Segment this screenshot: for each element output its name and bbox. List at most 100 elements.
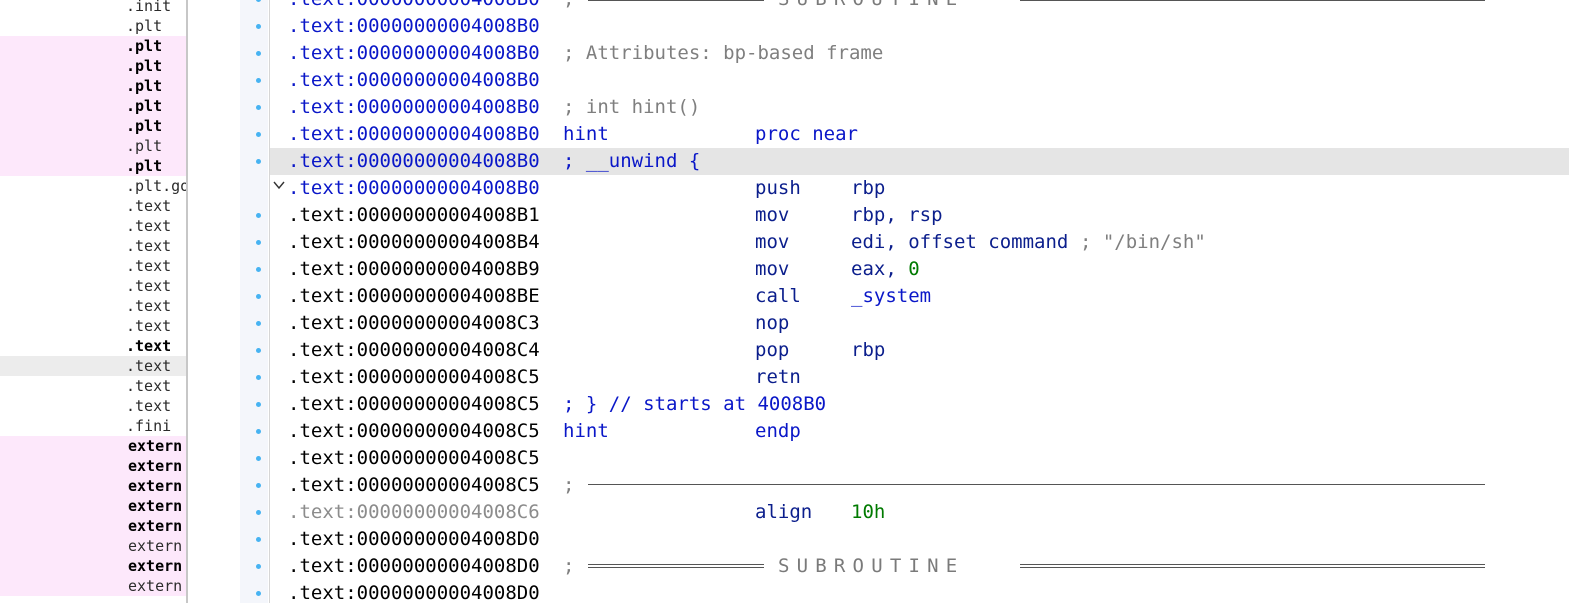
separator-line <box>588 0 764 1</box>
listing-line[interactable]: .text:00000000004008B0 push rbp <box>270 175 1569 202</box>
segment-row[interactable]: .text <box>0 236 186 256</box>
listing-line[interactable]: .text:00000000004008B4 mov edi, offset com… <box>270 229 1569 256</box>
segment-name: .plt <box>126 137 163 155</box>
dot-icon <box>256 483 261 488</box>
segment-row[interactable]: .plt <box>0 56 186 76</box>
segment-name: .text <box>126 197 172 215</box>
instruction-operand: rbp, rsp <box>851 204 943 226</box>
segment-name: extern <box>128 457 183 475</box>
segment-name: .text <box>126 257 172 275</box>
line-address: .text:00000000004008C6 <box>288 501 540 523</box>
subroutine-banner: SUBROUTINE <box>778 555 965 577</box>
listing-line[interactable]: .text:00000000004008BE call _system <box>270 283 1569 310</box>
segment-row[interactable]: .text <box>0 296 186 316</box>
segment-row[interactable]: .fini <box>0 416 186 436</box>
segment-row[interactable]: .plt <box>0 16 186 36</box>
listing-line[interactable]: .text:00000000004008B0 <box>270 67 1569 94</box>
segment-name: .text <box>126 297 172 315</box>
dot-icon <box>256 78 261 83</box>
line-address: .text:00000000004008B0 <box>288 69 540 91</box>
segment-name: .plt.go <box>126 177 186 195</box>
line-address: .text:00000000004008C5 <box>288 474 540 496</box>
listing-line[interactable]: .text:00000000004008B0 <box>270 13 1569 40</box>
segment-row[interactable]: .plt <box>0 156 186 176</box>
dot-icon <box>256 267 261 272</box>
segment-row[interactable]: .text <box>0 336 186 356</box>
line-comment: ; int hint() <box>563 96 701 118</box>
instruction-operand: 10h <box>851 501 886 523</box>
listing-line[interactable]: .text:00000000004008C5 hint endp <box>270 418 1569 445</box>
segment-row[interactable]: .text <box>0 396 186 416</box>
segment-row[interactable]: .plt <box>0 116 186 136</box>
listing-line[interactable]: .text:00000000004008C5 <box>270 445 1569 472</box>
line-comment: ; __unwind { <box>563 150 701 172</box>
segment-row[interactable]: extern <box>0 576 186 596</box>
segment-row[interactable]: extern <box>0 536 186 556</box>
segment-row[interactable]: extern <box>0 476 186 496</box>
dot-icon <box>256 159 261 164</box>
segment-row[interactable]: extern <box>0 436 186 456</box>
segment-row[interactable]: .init <box>0 0 186 16</box>
listing-line[interactable]: .text:00000000004008C3 nop <box>270 310 1569 337</box>
segment-row[interactable]: .plt <box>0 96 186 116</box>
listing-line[interactable]: .text:00000000004008B0 ; __unwind { <box>270 148 1569 175</box>
line-address: .text:00000000004008B0 <box>288 96 540 118</box>
listing-line[interactable]: .text:00000000004008D0; SUBROUTINE <box>270 553 1569 580</box>
segment-row[interactable]: .plt.go <box>0 176 186 196</box>
segment-row[interactable]: extern <box>0 556 186 576</box>
listing-line[interactable]: .text:00000000004008C5 retn <box>270 364 1569 391</box>
panel-splitter[interactable] <box>186 0 188 603</box>
chevron-down-icon[interactable] <box>273 179 285 195</box>
instruction-operand: eax, <box>851 258 909 280</box>
segment-row[interactable]: .text <box>0 216 186 236</box>
segment-row[interactable]: extern <box>0 496 186 516</box>
segment-name: .text <box>126 217 172 235</box>
line-address: .text:00000000004008C4 <box>288 339 540 361</box>
listing-line[interactable]: .text:00000000004008C5; <box>270 472 1569 499</box>
segment-row[interactable]: .text <box>0 376 186 396</box>
instruction-operand: rbp <box>851 339 886 361</box>
dot-icon <box>256 537 261 542</box>
segment-row[interactable]: .text <box>0 196 186 216</box>
instruction-mnemonic: call <box>755 285 801 307</box>
segment-row[interactable]: .text <box>0 276 186 296</box>
dot-icon <box>256 510 261 515</box>
instruction-mnemonic: mov <box>755 258 790 280</box>
segment-row[interactable]: .text <box>0 256 186 276</box>
segment-row[interactable]: .text <box>0 316 186 336</box>
segment-row[interactable]: .plt <box>0 76 186 96</box>
listing-line[interactable]: .text:00000000004008C6 align 10h <box>270 499 1569 526</box>
line-address: .text:00000000004008C5 <box>288 393 540 415</box>
listing-line[interactable]: .text:00000000004008B0 ; Attributes: bp-b… <box>270 40 1569 67</box>
listing-line[interactable]: .text:00000000004008B9 mov eax, 0 <box>270 256 1569 283</box>
listing-line[interactable]: .text:00000000004008B0 ; int hint() <box>270 94 1569 121</box>
listing-line[interactable]: .text:00000000004008D0 <box>270 526 1569 553</box>
segment-name: .text <box>126 397 172 415</box>
segment-row[interactable]: .plt <box>0 136 186 156</box>
instruction-mnemonic: push <box>755 177 801 199</box>
listing-line[interactable]: .text:00000000004008B1 mov rbp, rsp <box>270 202 1569 229</box>
comment-marker: ; <box>563 555 575 577</box>
segment-row[interactable]: .plt <box>0 36 186 56</box>
line-address: .text:00000000004008BE <box>288 285 540 307</box>
listing-line[interactable]: .text:00000000004008C5 ; } // starts at 4… <box>270 391 1569 418</box>
instruction-mnemonic: pop <box>755 339 790 361</box>
segment-name: .init <box>126 0 172 15</box>
segment-row[interactable]: extern <box>0 456 186 476</box>
instruction-mnemonic: mov <box>755 231 790 253</box>
line-address: .text:00000000004008B0 <box>288 42 540 64</box>
listing-line[interactable]: .text:00000000004008C4 pop rbp <box>270 337 1569 364</box>
line-address: .text:00000000004008B1 <box>288 204 540 226</box>
segment-row[interactable]: .text <box>0 356 186 376</box>
instruction-operand: edi, offset command <box>851 231 1069 253</box>
listing-line[interactable]: .text:00000000004008B0; SUBROUTINE <box>270 0 1569 13</box>
instruction-operand: rbp <box>851 177 886 199</box>
segment-row[interactable]: extern <box>0 516 186 536</box>
listing-line[interactable]: .text:00000000004008B0 hint proc near <box>270 121 1569 148</box>
line-address: .text:00000000004008B0 <box>288 0 540 13</box>
line-comment: ; "/bin/sh" <box>1068 231 1206 253</box>
separator-line <box>1020 564 1485 568</box>
line-address: .text:00000000004008B4 <box>288 231 540 253</box>
directive: endp <box>755 420 801 442</box>
line-address: .text:00000000004008C5 <box>288 420 540 442</box>
